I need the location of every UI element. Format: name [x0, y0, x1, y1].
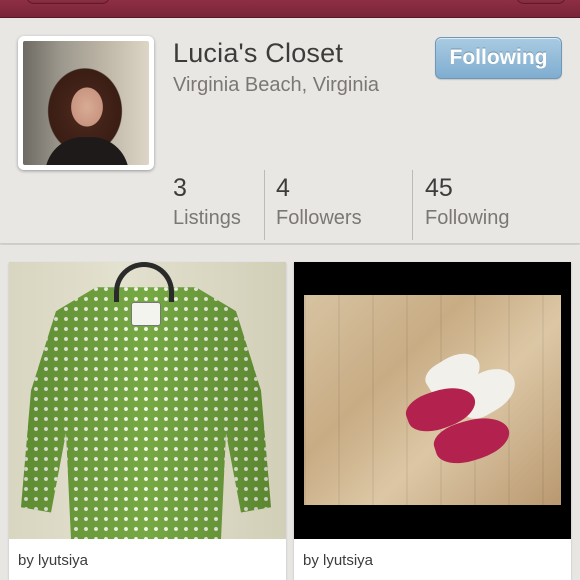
- avatar[interactable]: [18, 36, 154, 170]
- stat-followers-label: Followers: [276, 207, 362, 229]
- label-tag-graphic: [131, 302, 161, 326]
- listing-grid: by lyutsiya by lyutsiya: [0, 245, 580, 580]
- stat-following-count: 45: [425, 174, 453, 202]
- stat-following[interactable]: 45 Following: [412, 170, 509, 240]
- top-navigation-bar: [0, 0, 580, 18]
- listing-card[interactable]: by lyutsiya: [9, 262, 286, 580]
- stat-listings-count: 3: [173, 174, 187, 202]
- listing-photo-shoes[interactable]: [294, 262, 571, 539]
- back-button[interactable]: [26, 0, 110, 4]
- stat-followers-count: 4: [276, 174, 290, 202]
- stat-listings[interactable]: 3 Listings: [173, 170, 241, 240]
- profile-header: Lucia's Closet Virginia Beach, Virginia …: [0, 18, 580, 244]
- stat-following-label: Following: [425, 207, 510, 229]
- menu-button[interactable]: [516, 0, 566, 4]
- avatar-photo: [23, 41, 149, 165]
- following-button[interactable]: Following: [435, 37, 562, 79]
- stat-followers[interactable]: 4 Followers: [264, 170, 362, 240]
- listing-photo-jacket[interactable]: [9, 262, 286, 539]
- listing-card[interactable]: by lyutsiya: [294, 262, 571, 580]
- profile-name: Lucia's Closet: [173, 38, 344, 68]
- listing-byline[interactable]: by lyutsiya: [18, 552, 88, 569]
- listing-byline[interactable]: by lyutsiya: [303, 552, 373, 569]
- hanger-graphic: [114, 262, 174, 302]
- profile-location: Virginia Beach, Virginia: [173, 74, 380, 96]
- stat-listings-label: Listings: [173, 207, 241, 229]
